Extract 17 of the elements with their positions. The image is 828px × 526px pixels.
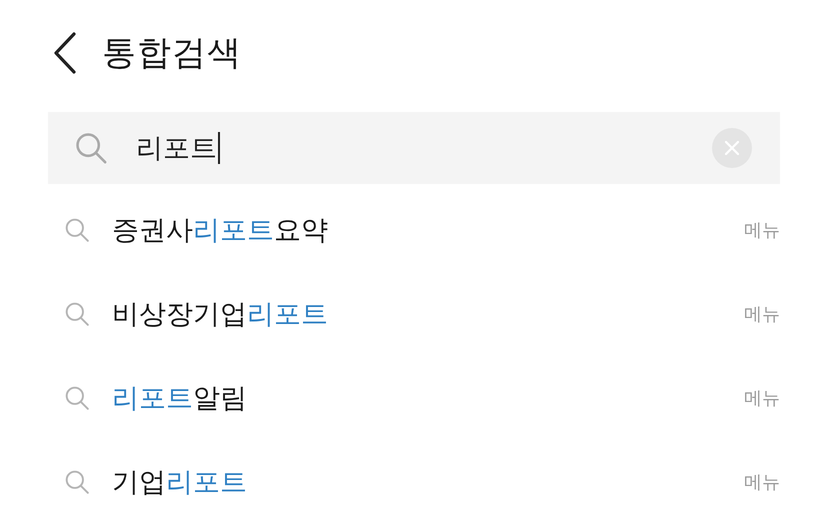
close-icon	[724, 140, 740, 156]
search-icon	[64, 217, 90, 243]
page-title: 통합검색	[102, 32, 242, 75]
search-icon	[64, 469, 90, 495]
back-chevron-icon	[52, 31, 78, 75]
category-label: 메뉴	[744, 303, 780, 326]
suggestion-text[interactable]: 비상장기업 리포트	[112, 296, 744, 332]
category-label: 메뉴	[744, 471, 780, 494]
search-icon	[64, 385, 90, 411]
search-icon	[64, 301, 90, 327]
search-field[interactable]: 리포트	[136, 126, 712, 170]
category-label: 메뉴	[744, 219, 780, 242]
suggestion-text[interactable]: 리포트알림	[112, 380, 744, 416]
category-label: 메뉴	[744, 387, 780, 410]
suggestion-text[interactable]: 증권사리포트요약	[112, 212, 744, 248]
search-icon	[74, 131, 108, 165]
suggestion-text[interactable]: 기업 리포트	[112, 464, 744, 500]
